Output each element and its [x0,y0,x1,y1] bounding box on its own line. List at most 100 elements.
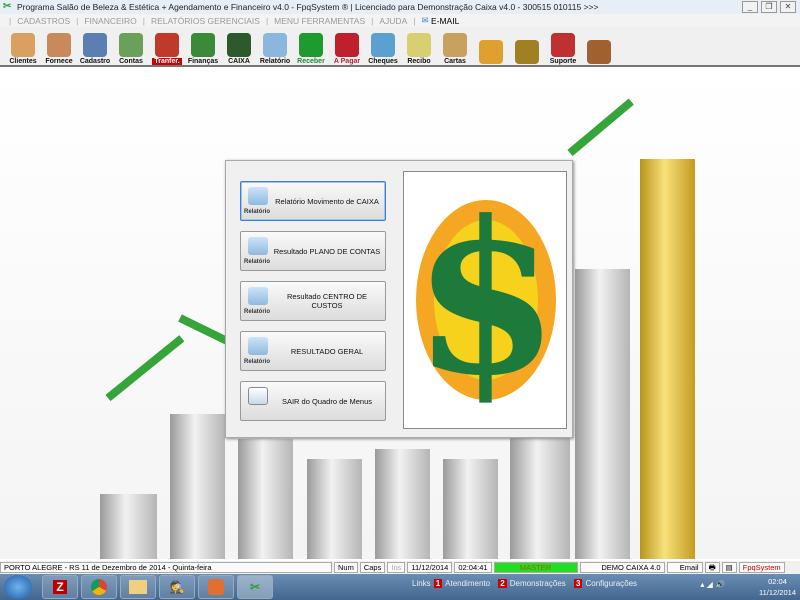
toolbar-button-contas[interactable]: Contas [114,27,148,65]
toolbar-icon [587,40,611,64]
menu-ajuda[interactable]: AJUDA [379,16,407,26]
toolbar-label: Cartas [444,58,466,65]
link-number: 2 [498,579,507,588]
reports-dialog: Relatório Relatório Movimento de CAIXA R… [225,160,573,438]
toolbar-icon [47,33,71,57]
dollar-logo-image: $ [403,171,567,429]
clock-time: 02:04 [768,577,787,586]
chrome-icon[interactable] [81,575,117,599]
toolbar-icon [119,33,143,57]
explorer-icon[interactable] [120,575,156,599]
toolbar-label: Clientes [9,58,37,65]
toolbar-button-clientes[interactable]: Clientes [6,27,40,65]
link-number: 3 [574,579,583,588]
toolbar-button-relatrio[interactable]: Relatório [258,27,292,65]
close-button[interactable]: ✕ [780,1,796,13]
clock[interactable]: 02:04 11/12/2014 [759,576,796,598]
title-bar: ✂ Programa Salão de Beleza & Estética + … [0,0,800,14]
toolbar-button-fornece[interactable]: Fornece [42,27,76,65]
report-plano-contas-button[interactable]: Relatório Resultado PLANO DE CONTAS [240,231,386,271]
start-button[interactable] [4,575,32,599]
toolbar-button-apagar[interactable]: A Pagar [330,27,364,65]
toolbar-label: Finanças [187,58,219,65]
toolbar-button-finanas[interactable]: Finanças [186,27,220,65]
toolbar-label: Cheques [368,58,398,65]
status-user: MASTER [493,562,578,573]
status-caps: Caps [359,562,386,573]
toolbar-icon [11,33,35,57]
status-bar: PORTO ALEGRE - RS 11 de Dezembro de 2014… [0,561,800,574]
menu-cadastros[interactable]: CADASTROS [17,16,70,26]
toolbar-icon [371,33,395,57]
toolbar-icon [227,33,251,57]
toolbar-icon [299,33,323,57]
toolbar-icon [443,33,467,57]
toolbar-button-tool-16[interactable] [582,27,616,65]
button-label: Resultado CENTRO DE CUSTOS [286,292,368,310]
minimize-button[interactable]: _ [742,1,758,13]
links-toolbar: Links 1 Atendimento 2 Demonstrações 3 Confi… [412,579,637,588]
toolbar-label: A Pagar [333,58,361,65]
link-number: 1 [433,579,443,588]
status-ins: Ins [387,562,406,573]
toolbar-icon [479,40,503,64]
button-label: Relatório Movimento de CAIXA [275,196,379,206]
toolbar-label: Contas [119,58,143,65]
button-label: SAIR do Quadro de Menus [281,396,373,406]
report-icon: Relatório [244,285,272,315]
toolbar-button-suporte[interactable]: Suporte [546,27,580,65]
fpqsystem-taskbar-icon[interactable]: ✂ [237,575,273,599]
status-num: Num [334,562,358,573]
exit-menu-button[interactable]: SAIR do Quadro de Menus [240,381,386,421]
printer-icon[interactable]: 🖶 [704,562,720,573]
status-time: 02:04:41 [454,562,492,573]
app-icon-1[interactable]: 🕵 [159,575,195,599]
toolbar-label: Fornece [45,58,73,65]
toolbar-icon [263,33,287,57]
menu-bar: | CADASTROS | FINANCEIRO | RELATÓRIOS GEREN… [0,14,800,27]
app-icon-2[interactable] [198,575,234,599]
tray-icons[interactable]: ▴ ◢ 🔊 [700,580,725,589]
toolbar-button-tool-13[interactable] [474,27,508,65]
filezilla-icon[interactable]: Z [42,575,78,599]
toolbar-label: Cadastro [79,58,111,65]
status-brand: FpqSystem [738,562,785,573]
toolbar-button-cartas[interactable]: Cartas [438,27,472,65]
exit-icon [244,385,272,415]
restore-button[interactable]: ❐ [761,1,777,13]
toolbar-button-tool-14[interactable] [510,27,544,65]
link-demonstracoes[interactable]: Demonstrações [510,579,566,588]
status-email[interactable]: Email [666,562,703,573]
menu-relatorios[interactable]: RELATÓRIOS GERENCIAIS [151,16,260,26]
report-icon: Relatório [244,185,272,215]
toolbar-button-cadastro[interactable]: Cadastro [78,27,112,65]
report-geral-button[interactable]: Relatório RESULTADO GERAL [240,331,386,371]
status-location: PORTO ALEGRE - RS 11 de Dezembro de 2014… [0,562,332,573]
toolbar-label: Suporte [549,58,577,65]
toolbar-button-caixa[interactable]: CAIXA [222,27,256,65]
clock-date: 11/12/2014 [759,588,796,597]
network-icon[interactable]: ▤ [721,562,737,573]
toolbar-button-recibo[interactable]: Recibo [402,27,436,65]
menu-financeiro[interactable]: FINANCEIRO [84,16,136,26]
toolbar-icon [551,33,575,57]
menu-ferramentas[interactable]: MENU FERRAMENTAS [274,16,365,26]
link-configuracoes[interactable]: Configurações [585,579,637,588]
button-label: Resultado PLANO DE CONTAS [273,246,381,256]
toolbar-label: Tranfer. [152,58,182,65]
toolbar-button-tranfer[interactable]: Tranfer. [150,27,184,65]
toolbar-icon [515,40,539,64]
report-caixa-button[interactable]: Relatório Relatório Movimento de CAIXA [240,181,386,221]
link-atendimento[interactable]: Atendimento [445,579,490,588]
report-centro-custos-button[interactable]: Relatório Resultado CENTRO DE CUSTOS [240,281,386,321]
menu-email[interactable]: E-MAIL [431,16,459,26]
toolbar-button-receber[interactable]: Receber [294,27,328,65]
toolbar-icon [191,33,215,57]
toolbar-icon [335,33,359,57]
app-icon: ✂ [3,1,12,12]
report-icon: Relatório [244,235,272,265]
status-db: DEMO CAIXA 4.0 [579,562,665,573]
toolbar-button-cheques[interactable]: Cheques [366,27,400,65]
report-icon: Relatório [244,335,272,365]
toolbar-icon [407,33,431,57]
